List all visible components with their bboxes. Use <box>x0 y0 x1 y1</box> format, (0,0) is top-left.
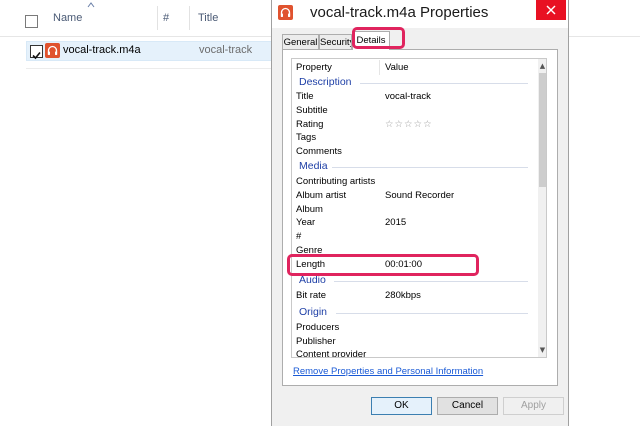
column-divider[interactable] <box>189 6 190 30</box>
cancel-button[interactable]: Cancel <box>437 397 498 415</box>
list-item[interactable]: # <box>292 231 532 245</box>
scroll-up-icon[interactable]: ▲ <box>538 61 546 71</box>
group-origin: Origin <box>299 306 328 318</box>
scrollbar-thumb[interactable] <box>539 73 546 187</box>
list-header: Property Value <box>292 59 532 76</box>
list-item[interactable]: Contributing artists <box>292 176 532 190</box>
group-description: Description <box>299 76 352 88</box>
tab-general[interactable]: General <box>282 34 319 49</box>
list-item[interactable]: Producers <box>292 322 532 336</box>
list-item[interactable]: Publisher <box>292 336 532 350</box>
tab-strip: General Security Details <box>282 31 558 50</box>
divider <box>26 68 276 69</box>
list-item[interactable]: Subtitle <box>292 105 532 119</box>
scroll-down-icon[interactable]: ▼ <box>538 345 546 355</box>
group-divider <box>334 281 528 282</box>
tab-security[interactable]: Security <box>319 34 352 49</box>
details-tab-highlight <box>352 27 405 49</box>
column-title[interactable]: Title <box>198 12 218 24</box>
window-title: vocal-track.m4a Properties <box>310 4 489 21</box>
file-checkbox[interactable] <box>30 45 43 60</box>
list-item[interactable]: Title vocal-track <box>292 91 532 105</box>
list-item[interactable]: Album <box>292 204 532 218</box>
sort-ascending-icon <box>87 2 95 8</box>
column-number[interactable]: # <box>163 12 169 24</box>
list-item[interactable]: Year 2015 <box>292 217 532 231</box>
checkmark-icon <box>32 51 41 60</box>
group-divider <box>360 83 528 84</box>
list-item[interactable]: Album artist Sound Recorder <box>292 190 532 204</box>
details-pane: Property Value Description Title vocal-t… <box>282 49 558 386</box>
header-value[interactable]: Value <box>385 62 409 73</box>
header-divider[interactable] <box>379 60 380 75</box>
group-media: Media <box>299 160 328 172</box>
list-item[interactable]: Tags <box>292 132 532 146</box>
header-property[interactable]: Property <box>296 62 332 73</box>
close-icon <box>546 5 556 15</box>
select-all-checkbox[interactable] <box>25 15 38 28</box>
file-title: vocal-track <box>199 44 253 56</box>
ok-button[interactable]: OK <box>371 397 432 415</box>
remove-properties-link[interactable]: Remove Properties and Personal Informati… <box>293 366 483 377</box>
list-item[interactable]: Rating ☆☆☆☆☆ <box>292 119 532 133</box>
column-name[interactable]: Name <box>53 12 82 24</box>
file-name: vocal-track.m4a <box>63 44 141 56</box>
vertical-scrollbar[interactable]: ▲ ▼ <box>538 59 546 357</box>
headphones-icon <box>45 43 60 58</box>
title-bar[interactable]: vocal-track.m4a Properties <box>272 0 568 28</box>
list-item[interactable]: Content provider <box>292 349 532 357</box>
apply-button[interactable]: Apply <box>503 397 564 415</box>
list-item[interactable]: Comments <box>292 146 532 160</box>
rating-stars[interactable]: ☆☆☆☆☆ <box>385 119 433 130</box>
properties-dialog: vocal-track.m4a Properties General Secur… <box>271 0 569 426</box>
length-row-highlight <box>287 254 479 276</box>
group-divider <box>336 313 528 314</box>
property-list[interactable]: Property Value Description Title vocal-t… <box>291 58 547 358</box>
group-divider <box>332 167 528 168</box>
headphones-icon <box>278 5 293 20</box>
close-button[interactable] <box>536 0 566 20</box>
file-row[interactable]: vocal-track.m4a vocal-track <box>26 41 278 61</box>
list-item[interactable]: Bit rate 280kbps <box>292 290 532 304</box>
column-divider[interactable] <box>157 6 158 30</box>
